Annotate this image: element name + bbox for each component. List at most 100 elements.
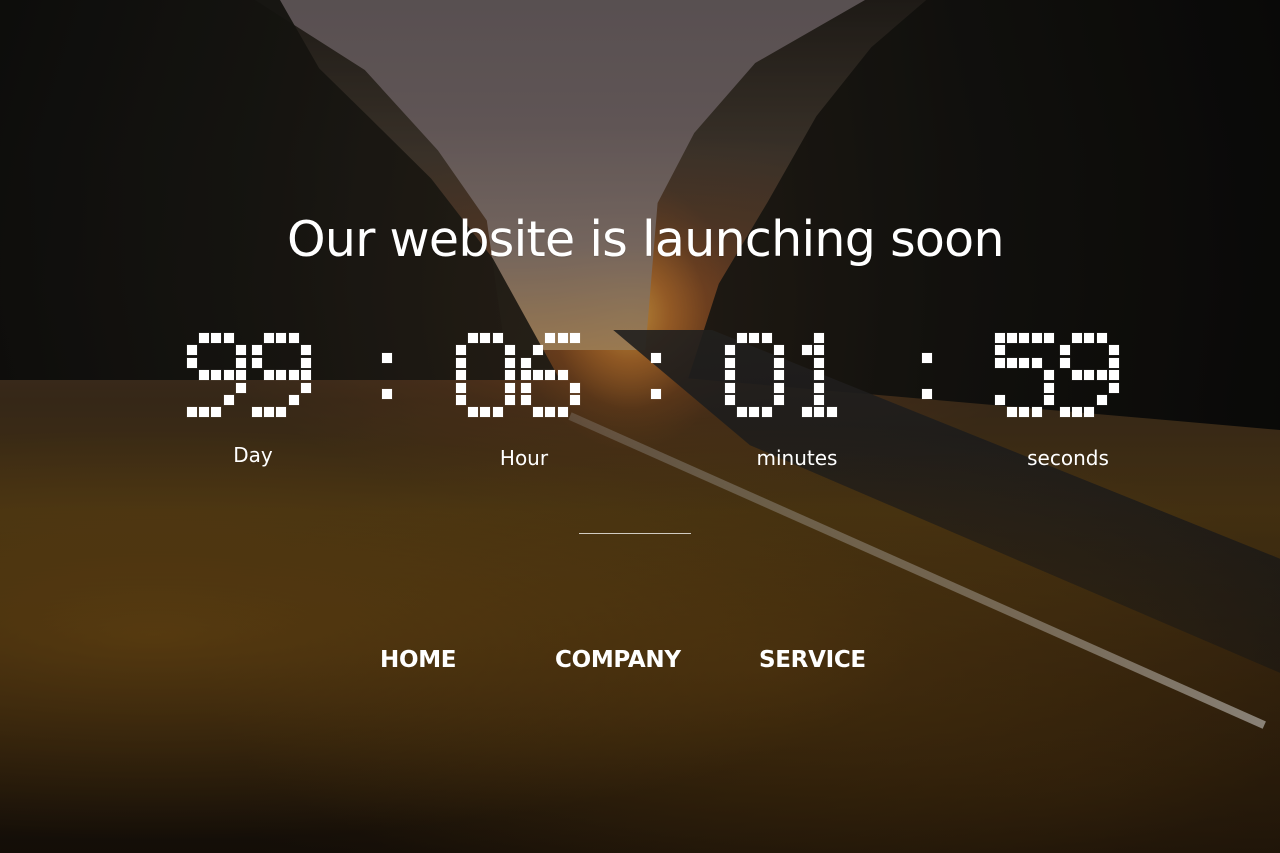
countdown-digit-pixel bbox=[725, 345, 735, 356]
countdown-digit-pixel bbox=[773, 370, 784, 381]
separator-dot-bottom bbox=[382, 389, 392, 399]
countdown-digit-pixel bbox=[545, 333, 556, 343]
countdown-digit-pixel bbox=[252, 345, 262, 356]
countdown-digit-pixel bbox=[300, 357, 311, 368]
seconds-digit-2 bbox=[1060, 333, 1120, 419]
countdown-digit-pixel bbox=[1043, 333, 1054, 343]
separator-dot-bottom bbox=[922, 389, 932, 399]
separator-dot-bottom bbox=[651, 389, 661, 399]
countdown-digit-pixel bbox=[300, 345, 311, 356]
countdown-digit-pixel bbox=[1043, 370, 1054, 381]
minutes-seconds-separator bbox=[922, 353, 934, 401]
nav-link-company[interactable]: COMPANY bbox=[555, 646, 681, 674]
nav-link-home[interactable]: HOME bbox=[380, 646, 457, 674]
countdown-digit-pixel bbox=[504, 357, 515, 368]
countdown-digit-pixel bbox=[773, 345, 784, 356]
days-digit-1 bbox=[187, 333, 247, 419]
countdown-digit-pixel bbox=[1108, 382, 1119, 393]
countdown-digit-pixel bbox=[456, 395, 466, 405]
countdown-digit-pixel bbox=[1019, 357, 1030, 368]
nav-link-service[interactable]: SERVICE bbox=[759, 646, 866, 674]
countdown-digit-pixel bbox=[995, 333, 1005, 343]
countdown-digit-pixel bbox=[521, 395, 531, 405]
countdown-digit-pixel bbox=[504, 345, 515, 356]
countdown-digit-pixel bbox=[211, 370, 222, 381]
countdown-days bbox=[187, 333, 312, 419]
countdown-digit-pixel bbox=[749, 333, 760, 343]
countdown-digit-pixel bbox=[1084, 333, 1095, 343]
countdown-digit-pixel bbox=[1060, 357, 1070, 368]
days-hours-separator bbox=[382, 353, 394, 401]
countdown-digit-pixel bbox=[504, 382, 515, 393]
hours-digit-2 bbox=[521, 333, 581, 419]
section-divider bbox=[579, 533, 691, 534]
countdown-digit-pixel bbox=[1108, 370, 1119, 381]
countdown-digit-pixel bbox=[1096, 370, 1107, 381]
days-digit-2 bbox=[252, 333, 312, 419]
countdown-hours bbox=[456, 333, 581, 419]
countdown-digit-pixel bbox=[814, 345, 825, 356]
countdown-digit-pixel bbox=[814, 333, 825, 343]
countdown-digit-pixel bbox=[995, 357, 1005, 368]
countdown-digit-pixel bbox=[1060, 345, 1070, 356]
countdown-digit-pixel bbox=[211, 333, 222, 343]
countdown-digit-pixel bbox=[521, 382, 531, 393]
countdown-digit-pixel bbox=[569, 333, 580, 343]
countdown-digit-pixel bbox=[480, 333, 491, 343]
countdown-digit-pixel bbox=[814, 382, 825, 393]
dark-image-overlay bbox=[0, 0, 1280, 853]
countdown-digit-pixel bbox=[725, 357, 735, 368]
countdown-digit-pixel bbox=[995, 395, 1005, 405]
countdown-digit-pixel bbox=[276, 407, 287, 418]
countdown-digit-pixel bbox=[276, 333, 287, 343]
countdown-digit-pixel bbox=[492, 407, 503, 418]
countdown-digit-pixel bbox=[199, 407, 210, 418]
minutes-digit-2 bbox=[790, 333, 850, 419]
countdown-digit-pixel bbox=[725, 382, 735, 393]
countdown-digit-pixel bbox=[504, 370, 515, 381]
countdown-digit-pixel bbox=[276, 370, 287, 381]
countdown-digit-pixel bbox=[288, 395, 299, 405]
countdown-seconds bbox=[995, 333, 1120, 419]
countdown-digit-pixel bbox=[1084, 370, 1095, 381]
seconds-label: seconds bbox=[1027, 446, 1109, 470]
countdown-digit-pixel bbox=[725, 395, 735, 405]
countdown-digit-pixel bbox=[814, 407, 825, 418]
countdown-digit-pixel bbox=[545, 407, 556, 418]
minutes-label: minutes bbox=[756, 446, 838, 470]
countdown-digit-pixel bbox=[187, 357, 197, 368]
countdown-minutes bbox=[725, 333, 850, 419]
countdown-digit-pixel bbox=[521, 370, 531, 381]
countdown-digit-pixel bbox=[737, 333, 748, 343]
countdown-digit-pixel bbox=[1043, 382, 1054, 393]
countdown-digit-pixel bbox=[545, 370, 556, 381]
countdown-digit-pixel bbox=[749, 407, 760, 418]
countdown-digit-pixel bbox=[1096, 395, 1107, 405]
countdown-digit-pixel bbox=[235, 345, 246, 356]
countdown-digit-pixel bbox=[211, 407, 222, 418]
countdown-digit-pixel bbox=[826, 407, 837, 418]
countdown-digit-pixel bbox=[773, 357, 784, 368]
hours-digit-1 bbox=[456, 333, 516, 419]
countdown-digit-pixel bbox=[1031, 333, 1042, 343]
countdown-digit-pixel bbox=[1043, 395, 1054, 405]
countdown-digit-pixel bbox=[761, 407, 772, 418]
countdown-digit-pixel bbox=[300, 382, 311, 393]
countdown-digit-pixel bbox=[187, 345, 197, 356]
separator-dot-top bbox=[382, 353, 392, 363]
countdown-digit-pixel bbox=[480, 407, 491, 418]
countdown-digit-pixel bbox=[1060, 407, 1070, 418]
countdown-digit-pixel bbox=[264, 333, 275, 343]
countdown-digit-pixel bbox=[1031, 357, 1042, 368]
countdown-digit-pixel bbox=[1072, 370, 1083, 381]
countdown-digit-pixel bbox=[737, 407, 748, 418]
countdown-digit-pixel bbox=[569, 395, 580, 405]
seconds-digit-1 bbox=[995, 333, 1055, 419]
countdown-digit-pixel bbox=[1108, 357, 1119, 368]
countdown-digit-pixel bbox=[187, 407, 197, 418]
countdown-digit-pixel bbox=[252, 357, 262, 368]
countdown-digit-pixel bbox=[288, 370, 299, 381]
countdown-digit-pixel bbox=[814, 370, 825, 381]
countdown-digit-pixel bbox=[521, 357, 531, 368]
countdown-digit-pixel bbox=[761, 333, 772, 343]
